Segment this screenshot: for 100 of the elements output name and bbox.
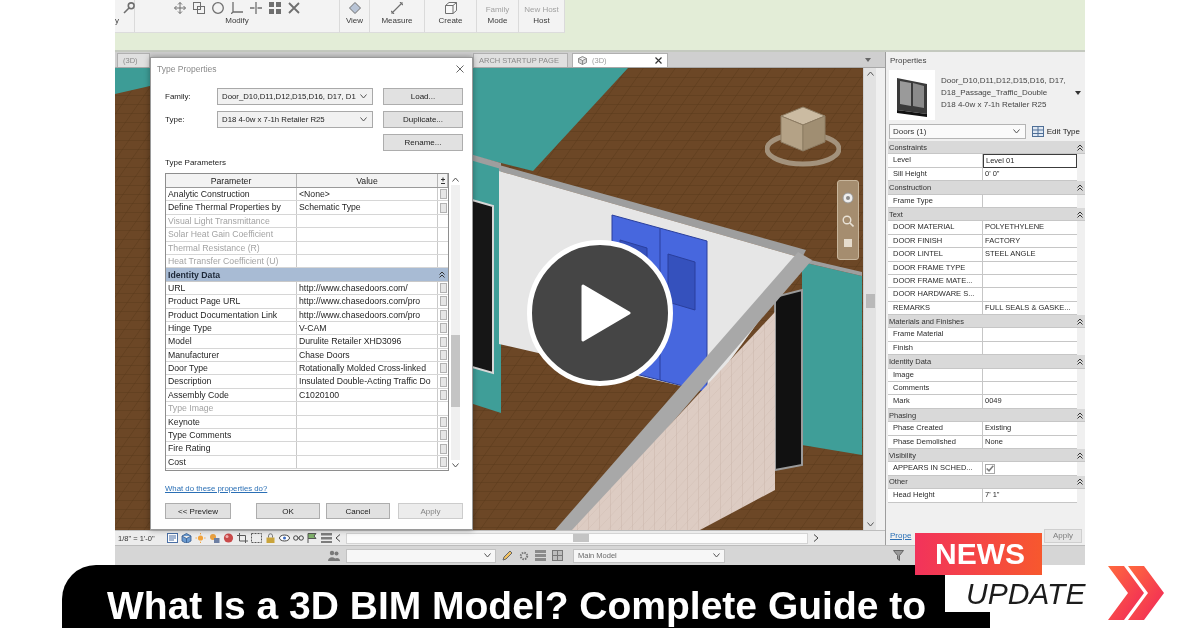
value-field[interactable]: Chase Doors bbox=[297, 348, 438, 362]
circle-square-icon[interactable] bbox=[208, 533, 220, 543]
panel-label: Create bbox=[438, 16, 463, 26]
row-button[interactable] bbox=[439, 363, 447, 374]
group-header[interactable]: Identity Data bbox=[166, 268, 448, 282]
duplicate-button[interactable]: Duplicate... bbox=[383, 111, 463, 128]
help-link[interactable]: Prope bbox=[890, 531, 912, 540]
chevron-up-icon[interactable] bbox=[866, 71, 874, 76]
scrollbar-thumb[interactable] bbox=[865, 294, 875, 308]
value-field[interactable]: http://www.chasedoors.com/pro bbox=[297, 295, 438, 308]
row-button[interactable] bbox=[439, 416, 447, 427]
value-field[interactable]: Insulated Double-Acting Traffic Do bbox=[297, 375, 438, 388]
double-chevron-up-icon[interactable] bbox=[1077, 317, 1083, 325]
circle-dot-icon[interactable] bbox=[842, 192, 854, 204]
row-button[interactable] bbox=[439, 323, 447, 334]
cancel-button[interactable]: Cancel bbox=[326, 503, 390, 519]
three-bars-icon[interactable] bbox=[535, 550, 546, 561]
chevron-up-icon[interactable] bbox=[452, 177, 459, 182]
value-field[interactable]: V-CAM bbox=[297, 321, 438, 335]
double-door-icon[interactable] bbox=[889, 70, 935, 120]
chevron-down-icon[interactable] bbox=[452, 463, 459, 468]
load-button[interactable]: Load... bbox=[383, 88, 463, 105]
value-field[interactable]: Schematic Type bbox=[297, 201, 438, 214]
value-field[interactable]: http://www.chasedoors.com/ bbox=[297, 281, 438, 295]
split-line-icon[interactable] bbox=[250, 1, 262, 14]
view-cube-icon[interactable] bbox=[765, 105, 841, 167]
row-button[interactable] bbox=[439, 390, 447, 401]
row-button[interactable] bbox=[439, 443, 447, 454]
row-button[interactable] bbox=[439, 376, 447, 387]
dashed-frame-icon[interactable] bbox=[250, 533, 262, 543]
value-field[interactable] bbox=[983, 328, 1077, 342]
value-field[interactable]: Rotationally Molded Cross-linked bbox=[297, 362, 438, 375]
glasses-icon[interactable] bbox=[292, 533, 304, 543]
value-field[interactable]: C1020100 bbox=[297, 388, 438, 402]
value-field[interactable]: <None> bbox=[297, 188, 438, 201]
ok-button[interactable]: OK bbox=[256, 503, 320, 519]
double-chevron-up-icon[interactable] bbox=[1077, 478, 1083, 486]
scrollbar[interactable] bbox=[345, 532, 808, 544]
caret-icon[interactable] bbox=[1075, 91, 1081, 95]
scroll-right-icon[interactable] bbox=[812, 534, 819, 542]
box-icon[interactable] bbox=[444, 1, 457, 14]
eye-icon[interactable] bbox=[278, 533, 290, 543]
three-bars-icon[interactable] bbox=[320, 533, 332, 543]
scrollbar-thumb[interactable] bbox=[451, 335, 460, 407]
dotted-circle-icon[interactable] bbox=[519, 550, 529, 561]
magnifier-icon[interactable] bbox=[123, 1, 135, 14]
move-arrows-icon[interactable] bbox=[174, 1, 186, 14]
scrollbar[interactable] bbox=[863, 68, 876, 530]
edit-type-button[interactable]: Edit Type bbox=[1029, 123, 1082, 139]
pencil-icon[interactable] bbox=[502, 550, 513, 561]
value-field[interactable] bbox=[983, 382, 1077, 396]
scrollbar[interactable] bbox=[451, 185, 460, 460]
sphere-icon[interactable] bbox=[222, 533, 234, 543]
two-squares-icon[interactable] bbox=[193, 1, 205, 14]
people-icon[interactable] bbox=[328, 550, 340, 561]
row-button[interactable] bbox=[439, 349, 447, 360]
scroll-left-icon[interactable] bbox=[334, 534, 341, 542]
rename-button[interactable]: Rename... bbox=[383, 134, 463, 151]
row-button[interactable] bbox=[439, 296, 447, 307]
workset-field[interactable] bbox=[346, 548, 496, 563]
chevron-down-icon[interactable] bbox=[866, 522, 874, 527]
lock-icon[interactable] bbox=[264, 533, 276, 543]
row-button[interactable] bbox=[439, 309, 447, 320]
double-chevron-up-icon[interactable] bbox=[1077, 357, 1083, 365]
row-button[interactable] bbox=[439, 202, 447, 213]
flag-icon[interactable] bbox=[306, 533, 318, 543]
sheet-icon[interactable] bbox=[166, 533, 178, 543]
value-field[interactable]: Durulite Retailer XHD3096 bbox=[297, 335, 438, 348]
row-button[interactable] bbox=[439, 457, 447, 467]
double-chevron-up-icon[interactable] bbox=[1077, 411, 1083, 419]
double-chevron-up-icon[interactable] bbox=[1077, 210, 1083, 218]
navigation-bar[interactable] bbox=[837, 180, 859, 260]
double-chevron-up-icon[interactable] bbox=[1077, 451, 1083, 459]
double-arrow-icon[interactable] bbox=[391, 1, 403, 14]
grid-box-icon[interactable] bbox=[552, 550, 563, 561]
scrollbar-thumb[interactable] bbox=[572, 534, 589, 542]
small-square-icon[interactable] bbox=[843, 238, 853, 248]
zoom-icon[interactable] bbox=[842, 215, 854, 227]
row-button[interactable] bbox=[439, 336, 447, 347]
close-icon[interactable] bbox=[456, 64, 464, 73]
grid-squares-icon[interactable] bbox=[269, 1, 281, 14]
value-field[interactable] bbox=[983, 288, 1077, 302]
double-chevron-up-icon[interactable] bbox=[439, 271, 445, 279]
crop-icon[interactable] bbox=[236, 533, 248, 543]
double-chevron-up-icon[interactable] bbox=[1077, 143, 1083, 151]
preview-button[interactable]: << Preview bbox=[165, 503, 231, 519]
filter-icon[interactable] bbox=[893, 550, 904, 561]
corner-line-icon[interactable] bbox=[231, 1, 243, 14]
x-mark-icon[interactable] bbox=[288, 1, 300, 14]
column-header: Value bbox=[297, 174, 438, 187]
value-field[interactable]: http://www.chasedoors.com/pro bbox=[297, 308, 438, 321]
cube-icon[interactable] bbox=[180, 533, 192, 543]
close-icon[interactable] bbox=[655, 57, 662, 64]
double-chevron-up-icon[interactable] bbox=[1077, 183, 1083, 191]
plus-minus-icon[interactable] bbox=[439, 176, 446, 185]
selection-dropdown[interactable]: Doors (1) bbox=[889, 123, 1026, 139]
parameter-name: Hinge Type bbox=[166, 321, 297, 335]
circle-icon[interactable] bbox=[212, 1, 224, 14]
row-button[interactable] bbox=[439, 189, 447, 200]
row-button[interactable] bbox=[439, 430, 447, 441]
